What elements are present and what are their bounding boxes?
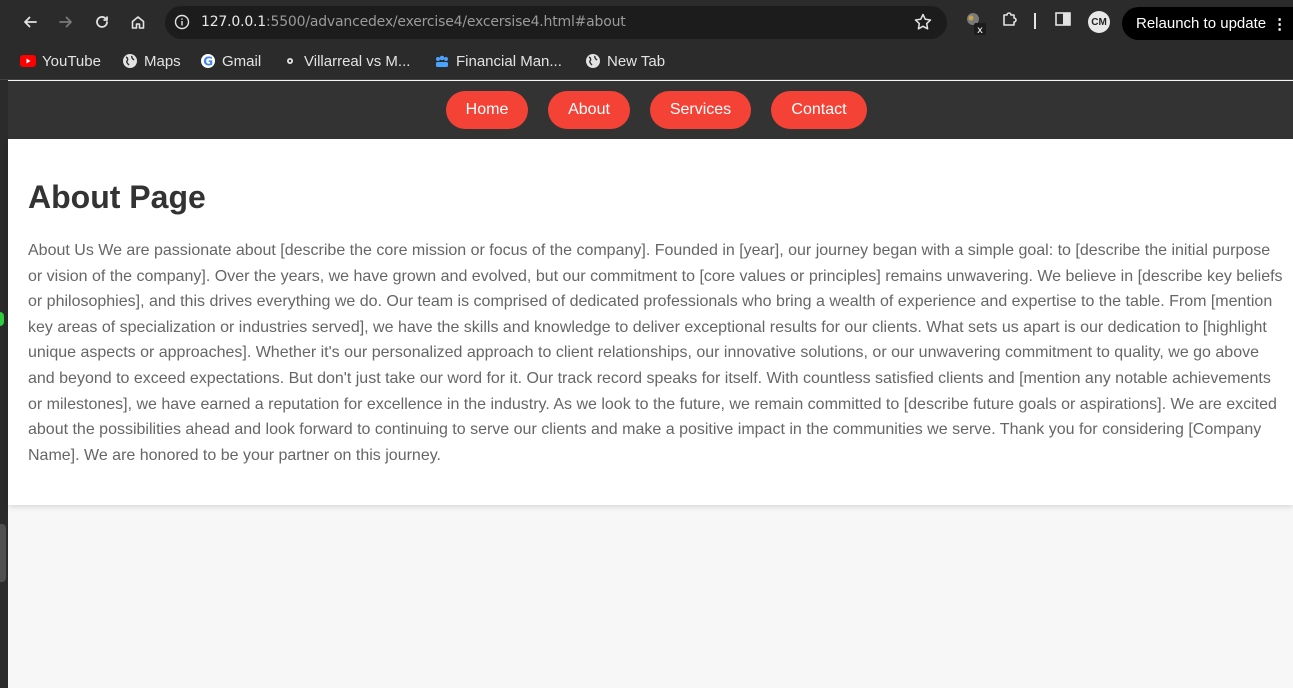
url-path: :5500/advancedex/exercise4/excersise4.ht… — [266, 14, 626, 30]
toolbar-divider — [1034, 13, 1036, 29]
url-host: 127.0.0.1 — [201, 14, 266, 30]
bookmark-label: Financial Man... — [456, 52, 562, 70]
youtube-icon — [20, 53, 36, 69]
back-arrow-icon — [24, 16, 37, 28]
desktop-dock-handle[interactable] — [0, 524, 6, 582]
site-info-icon[interactable] — [174, 14, 190, 35]
bookmark-label: Villarreal vs M... — [304, 52, 411, 70]
desktop-edge — [0, 80, 8, 688]
relaunch-to-update-button[interactable]: Relaunch to update ⋮ — [1122, 7, 1293, 40]
bookmark-star-icon[interactable] — [913, 12, 933, 37]
url-text: 127.0.0.1:5500/advancedex/exercise4/exce… — [201, 14, 626, 30]
forward-arrow-icon — [59, 16, 72, 28]
site-navbar: Home About Services Contact — [8, 81, 1293, 139]
globe-icon — [585, 53, 601, 69]
bookmark-youtube[interactable]: YouTube — [20, 51, 101, 71]
globe-icon — [122, 53, 138, 69]
bookmark-label: Gmail — [222, 52, 262, 70]
soccer-icon — [282, 53, 298, 69]
page-viewport: Home About Services Contact About Page A… — [8, 81, 1293, 688]
bookmark-villarreal[interactable]: Villarreal vs M... — [282, 51, 410, 71]
nav-contact-button[interactable]: Contact — [771, 91, 867, 129]
forward-button[interactable] — [52, 8, 80, 36]
bookmark-label: YouTube — [42, 52, 101, 70]
more-menu-icon[interactable]: ⋮ — [1272, 15, 1287, 33]
extension-error-icon[interactable]: x — [963, 9, 987, 40]
bookmark-new-tab[interactable]: New Tab — [585, 51, 665, 71]
profile-avatar[interactable]: CM — [1088, 11, 1110, 33]
svg-text:G: G — [203, 54, 213, 68]
address-bar[interactable]: 127.0.0.1:5500/advancedex/exercise4/exce… — [165, 6, 947, 39]
bookmark-label: New Tab — [607, 52, 666, 70]
bookmark-gmail[interactable]: G Gmail — [200, 51, 261, 71]
home-button[interactable] — [124, 8, 152, 36]
reload-button[interactable] — [88, 8, 116, 36]
bookmark-maps[interactable]: Maps — [122, 51, 181, 71]
browser-toolbar: 127.0.0.1:5500/advancedex/exercise4/exce… — [0, 0, 1293, 44]
nav-home-button[interactable]: Home — [446, 91, 528, 129]
extensions-puzzle-icon[interactable] — [1000, 9, 1020, 34]
about-section: About Page About Us We are passionate ab… — [8, 139, 1293, 505]
bookmarks-bar: YouTube Maps G Gmail Villarreal vs M... … — [0, 44, 1293, 80]
nav-services-button[interactable]: Services — [650, 91, 751, 129]
bookmark-financial[interactable]: Financial Man... — [434, 51, 562, 71]
side-panel-icon[interactable] — [1053, 9, 1073, 34]
relaunch-label: Relaunch to update — [1136, 15, 1267, 32]
page-title: About Page — [28, 179, 206, 215]
back-button[interactable] — [16, 8, 44, 36]
google-icon: G — [200, 53, 216, 69]
desktop-indicator — [0, 312, 4, 326]
about-paragraph: About Us We are passionate about [descri… — [28, 242, 1283, 464]
svg-text:x: x — [977, 25, 983, 35]
reload-icon — [96, 16, 108, 28]
bookmark-label: Maps — [144, 52, 181, 70]
people-icon — [434, 53, 450, 69]
nav-about-button[interactable]: About — [548, 91, 630, 129]
home-icon — [131, 16, 145, 29]
